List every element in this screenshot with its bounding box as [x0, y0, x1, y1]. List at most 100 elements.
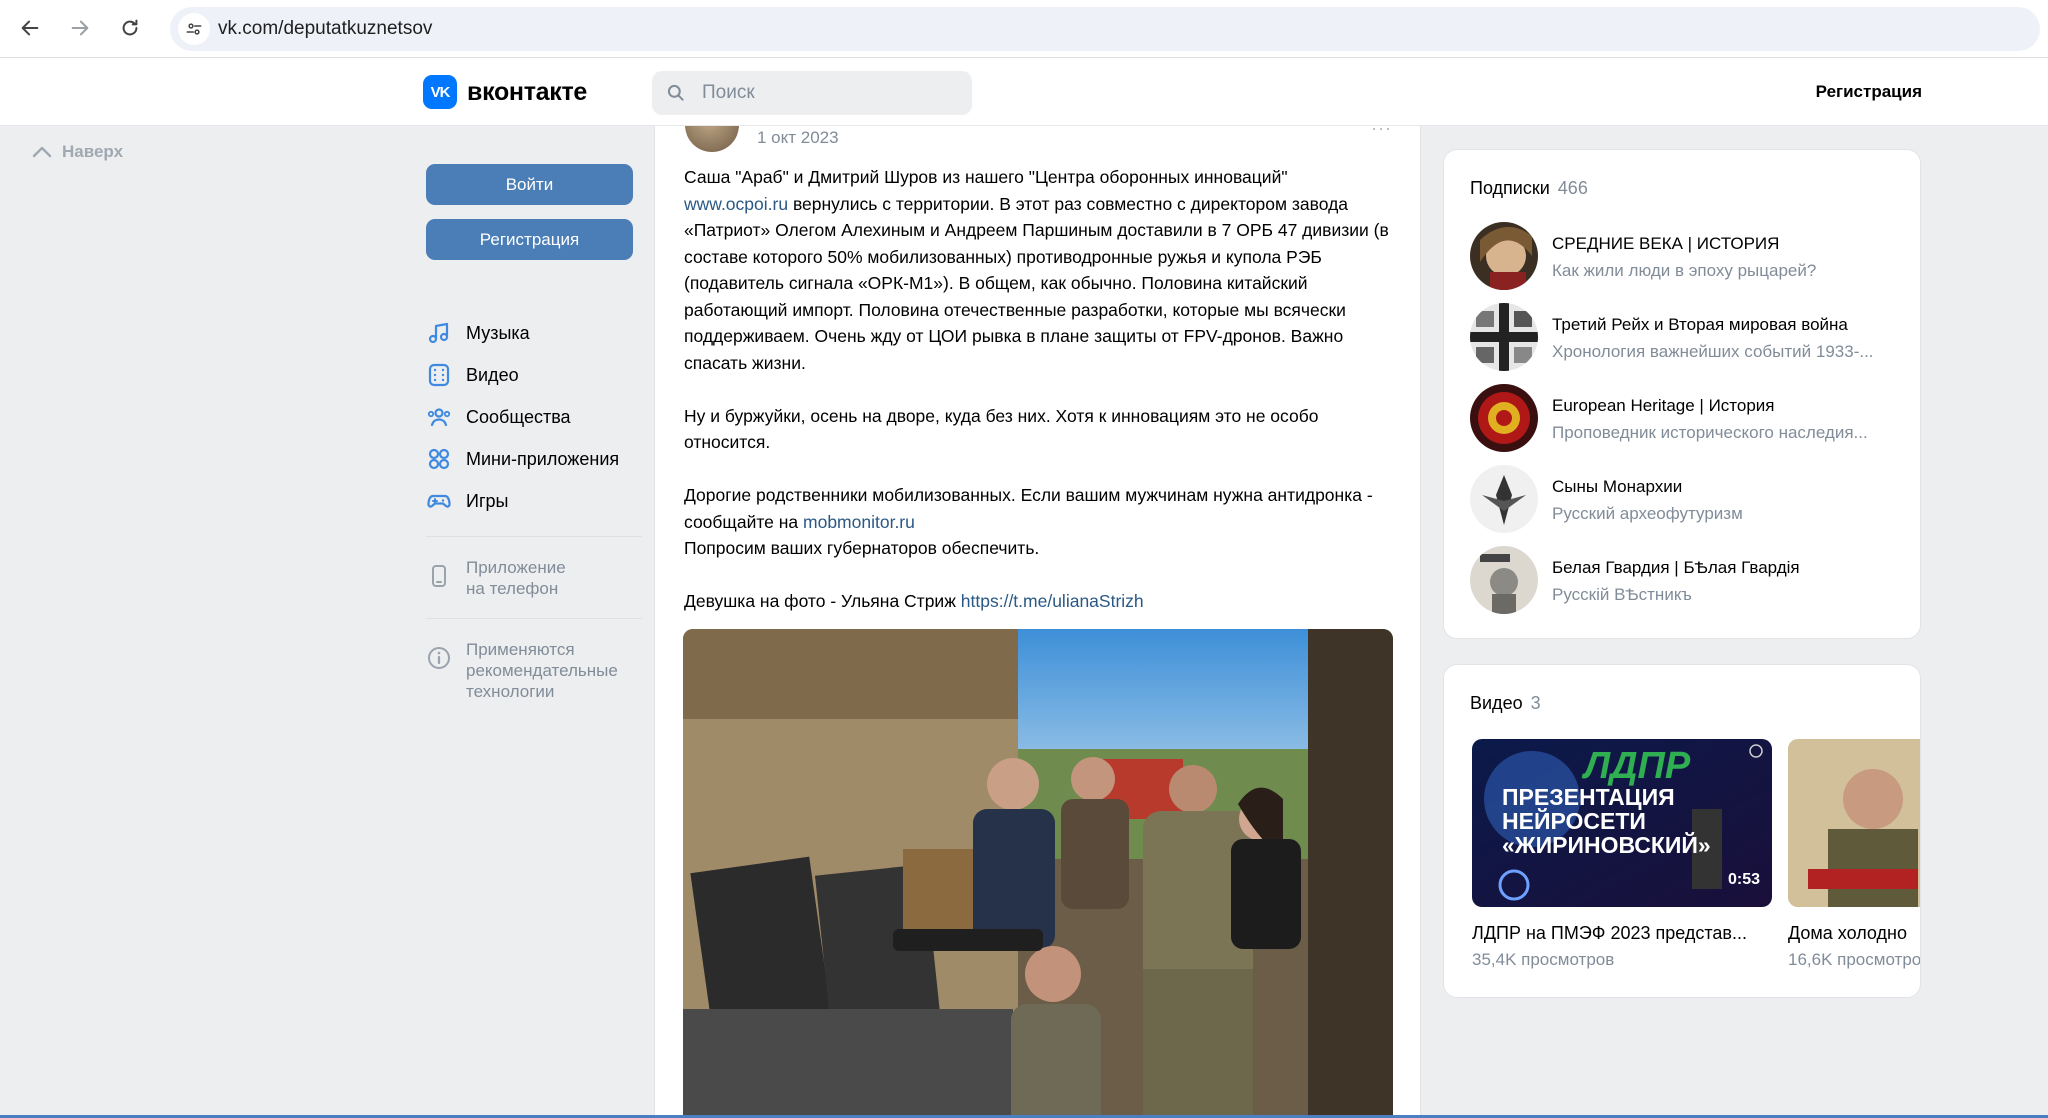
chevron-up-icon	[32, 146, 52, 158]
post-paragraph: Дорогие родственники мобилизованных. Есл…	[684, 485, 1373, 558]
subscriptions-count: 466	[1557, 178, 1588, 198]
mini-apps-icon	[428, 448, 450, 470]
browser-toolbar: vk.com/deputatkuznetsov	[0, 0, 2048, 58]
phone-icon	[432, 565, 446, 587]
menu-item-mini-apps[interactable]: Мини-приложения	[426, 438, 636, 480]
subscription-item[interactable]: European Heritage | История Проповедник …	[1470, 384, 1910, 454]
video-views: 16,6K просмотров	[1788, 950, 1921, 969]
post-date[interactable]: 1 окт 2023	[757, 128, 839, 148]
recommendation-note[interactable]: Применяются рекомендательные технологии	[426, 639, 618, 702]
search-box[interactable]	[652, 71, 972, 115]
video-thumbnail[interactable]: ЛДПР ПРЕЗЕНТАЦИЯ НЕЙРОСЕТИ «ЖИРИНОВСКИЙ»…	[1472, 739, 1772, 907]
menu-item-label: Мини-приложения	[466, 448, 620, 469]
subscription-desc: Проповедник исторического наследия...	[1552, 423, 1868, 442]
sidebar-divider	[426, 618, 642, 619]
search-input[interactable]	[702, 71, 962, 115]
arrow-right-icon	[71, 20, 89, 36]
back-to-top-label: Наверх	[62, 142, 124, 161]
gamepad-icon	[427, 494, 451, 508]
vk-logo-mark: VK	[423, 75, 457, 109]
back-to-top[interactable]: Наверх	[32, 142, 123, 162]
menu-item-video[interactable]: Видео	[426, 354, 636, 396]
music-icon	[428, 322, 449, 344]
mobile-app-link[interactable]: Приложение на телефон	[426, 557, 566, 599]
menu-item-music[interactable]: Музыка	[426, 312, 636, 354]
mobile-app-line1: Приложение	[466, 558, 566, 577]
subscription-name: Третий Рейх и Вторая мировая война	[1552, 315, 1848, 334]
ocpoi-link[interactable]: www.ocpoi.ru	[684, 194, 788, 214]
register-button[interactable]: Регистрация	[426, 219, 633, 260]
search-icon	[667, 84, 684, 101]
subscription-desc: Хронология важнейших событий 1933-...	[1552, 342, 1874, 361]
mobmonitor-link[interactable]: mobmonitor.ru	[803, 512, 915, 532]
header-register-link[interactable]: Регистрация	[1816, 82, 1922, 102]
subscription-item[interactable]: Сыны Монархии Русский археофутуризм	[1470, 465, 1910, 535]
video-item[interactable]: Дома холодно 16,6K просмотров	[1788, 739, 1921, 970]
post-more-icon[interactable]: ···	[1371, 126, 1392, 139]
address-bar[interactable]: vk.com/deputatkuznetsov	[170, 7, 2040, 51]
subscription-avatar	[1470, 384, 1538, 452]
post-paragraph: Девушка на фото - Ульяна Стриж https://t…	[684, 591, 1144, 611]
subscriptions-card: Подписки 466 СРЕДНИЕ ВЕКА | ИСТОРИЯ Как ж…	[1443, 149, 1921, 639]
communities-icon	[427, 408, 451, 427]
video-thumbnail[interactable]	[1788, 739, 1920, 907]
reload-button[interactable]	[112, 10, 148, 46]
post-paragraph: Ну и буржуйки, осень на дворе, куда без …	[684, 405, 1319, 453]
author-avatar[interactable]	[685, 126, 739, 152]
site-header: VK вконтакте Регистрация	[0, 58, 2048, 126]
reload-icon	[122, 19, 138, 36]
video-thumb-logo: ЛДПР	[1584, 745, 1691, 787]
video-thumb-caption: ПРЕЗЕНТАЦИЯ НЕЙРОСЕТИ «ЖИРИНОВСКИЙ»	[1502, 784, 1711, 858]
forward-button[interactable]	[62, 10, 98, 46]
side-menu: Музыка Видео Сообщества Мини-приложения …	[426, 312, 636, 522]
site-info-icon[interactable]	[178, 13, 210, 45]
subscription-avatar	[1470, 465, 1538, 533]
recommendation-line3: технологии	[466, 682, 555, 701]
subscription-avatar	[1470, 546, 1538, 614]
subscription-desc: Русский археофутуризм	[1552, 504, 1743, 523]
post-photo[interactable]	[683, 629, 1393, 1118]
videos-title[interactable]: Видео 3	[1470, 693, 1541, 714]
vk-logo[interactable]: VK вконтакте	[423, 75, 587, 109]
vk-logo-text: вконтакте	[467, 77, 588, 106]
url-text: vk.com/deputatkuznetsov	[218, 18, 433, 39]
menu-item-label: Видео	[466, 364, 519, 385]
video-title[interactable]: Дома холодно	[1788, 923, 1920, 944]
subscription-name: Сыны Монархии	[1552, 477, 1683, 496]
video-views: 35,4K просмотров	[1472, 950, 1615, 969]
subscription-desc: Как жили люди в эпоху рыцарей?	[1552, 261, 1817, 280]
sidebar-divider	[426, 536, 642, 537]
menu-item-communities[interactable]: Сообщества	[426, 396, 636, 438]
mobile-app-line2: на телефон	[466, 579, 559, 598]
subscription-item[interactable]: СРЕДНИЕ ВЕКА | ИСТОРИЯ Как жили люди в э…	[1470, 222, 1910, 292]
menu-item-label: Игры	[466, 490, 509, 511]
video-title[interactable]: ЛДПР на ПМЭФ 2023 представ...	[1472, 923, 1772, 944]
post-text: Саша "Араб" и Дмитрий Шуров из нашего "Ц…	[684, 164, 1396, 641]
subscription-item[interactable]: Белая Гвардия | БѢлая Гвардія Русскій ВѢ…	[1470, 546, 1910, 616]
subscription-avatar	[1470, 222, 1538, 290]
menu-item-label: Музыка	[466, 322, 530, 343]
video-item[interactable]: ЛДПР ПРЕЗЕНТАЦИЯ НЕЙРОСЕТИ «ЖИРИНОВСКИЙ»…	[1472, 739, 1772, 970]
photo-image	[683, 629, 1393, 1118]
arrow-left-icon	[21, 20, 39, 36]
video-duration: 0:53	[1727, 871, 1760, 888]
subscription-desc: Русскій ВѢстникъ	[1552, 585, 1692, 604]
post-paragraph: Саша "Араб" и Дмитрий Шуров из нашего "Ц…	[684, 167, 1389, 373]
menu-item-label: Сообщества	[466, 406, 571, 427]
subscription-name: Белая Гвардия | БѢлая Гвардія	[1552, 558, 1800, 577]
recommendation-line1: Применяются	[466, 640, 575, 659]
telegram-link[interactable]: https://t.me/ulianaStrizh	[961, 591, 1144, 611]
subscription-item[interactable]: Третий Рейх и Вторая мировая война Хроно…	[1470, 303, 1910, 373]
login-button[interactable]: Войти	[426, 164, 633, 205]
menu-item-games[interactable]: Игры	[426, 480, 636, 522]
videos-count: 3	[1530, 693, 1541, 713]
info-icon	[428, 647, 450, 669]
subscriptions-title[interactable]: Подписки 466	[1470, 178, 1588, 199]
subscription-name: European Heritage | История	[1552, 396, 1775, 415]
subscription-name: СРЕДНИЕ ВЕКА | ИСТОРИЯ	[1552, 234, 1780, 253]
videos-card: Видео 3 ЛДПР ПРЕЗЕНТАЦИЯ НЕЙРОСЕТИ «ЖИРИН…	[1443, 664, 1921, 998]
video-icon	[428, 363, 450, 387]
back-button[interactable]	[12, 10, 48, 46]
wall-post: 1 окт 2023 ··· Саша "Араб" и Дмитрий Шур…	[654, 126, 1421, 1118]
subscription-avatar	[1470, 303, 1538, 371]
